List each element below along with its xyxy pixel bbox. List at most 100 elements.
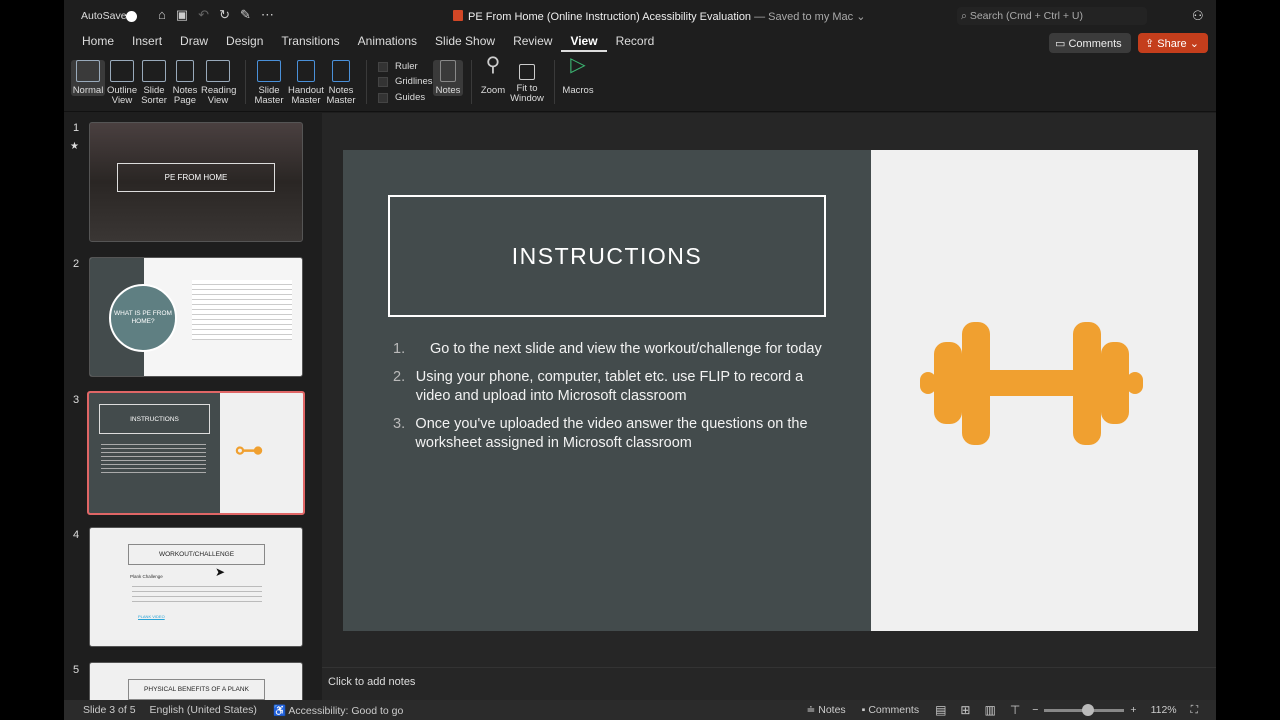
- search-input[interactable]: ⌕ Search (Cmd + Ctrl + U): [957, 7, 1147, 25]
- slide-editor: INSTRUCTIONS 1. Go to the next slide and …: [322, 113, 1216, 700]
- powerpoint-window: AutoSave ⌂ ▣ ↶ ↻ ✎ ⋯ PE From Home (Online Ins…: [64, 0, 1216, 720]
- title-bar: AutoSave ⌂ ▣ ↶ ↻ ✎ ⋯ PE From Home (Online Ins…: [64, 0, 1216, 32]
- share-button[interactable]: ⇪ Share ⌄: [1138, 33, 1208, 53]
- thumb-title: PE FROM HOME: [117, 163, 275, 192]
- slide-thumbnail-1[interactable]: PE FROM HOME: [89, 122, 303, 242]
- normal-view-icon: [76, 60, 100, 82]
- tab-review[interactable]: Review: [504, 34, 561, 52]
- notes-master-icon: [332, 60, 350, 82]
- ruler-checkbox[interactable]: Ruler: [378, 61, 418, 72]
- outline-view-icon: [110, 60, 134, 82]
- gridlines-checkbox[interactable]: Gridlines: [378, 76, 433, 87]
- macros-button[interactable]: ▷ Macros: [561, 55, 595, 96]
- list-item: 2. Using your phone, computer, tablet etc…: [393, 368, 804, 405]
- collaborate-icon[interactable]: ⚇: [1192, 8, 1204, 24]
- slide-number: 1: [73, 122, 80, 134]
- thumb-title: WHAT IS PE FROM HOME?: [109, 284, 177, 352]
- list-item: 3. Once you've uploaded the video answer …: [393, 415, 808, 452]
- slide-thumbnail-5[interactable]: PHYSICAL BENEFITS OF A PLANK: [89, 662, 303, 700]
- notes-master-button[interactable]: Notes Master: [326, 60, 356, 106]
- notes-button[interactable]: Notes: [433, 60, 463, 96]
- slide-title[interactable]: INSTRUCTIONS: [388, 195, 826, 317]
- comment-icon: ▭: [1055, 38, 1066, 50]
- zoom-in-button[interactable]: +: [1130, 704, 1136, 716]
- zoom-slider[interactable]: [1044, 703, 1125, 716]
- redo-icon[interactable]: ↻: [219, 7, 230, 23]
- accessibility-status[interactable]: ♿ Accessibility: Good to go: [273, 704, 403, 717]
- slide-number: 5: [73, 664, 80, 676]
- outline-view-button[interactable]: Outline View: [107, 60, 137, 106]
- handout-master-button[interactable]: Handout Master: [288, 60, 324, 106]
- zoom-icon: ⚲: [485, 54, 501, 76]
- edit-icon[interactable]: ✎: [240, 7, 251, 23]
- normal-view-icon[interactable]: ▤: [935, 703, 946, 717]
- slide-master-button[interactable]: Slide Master: [254, 60, 284, 106]
- tab-view[interactable]: View: [561, 34, 607, 52]
- reading-view-icon[interactable]: ▥: [984, 703, 995, 717]
- undo-icon[interactable]: ↶: [198, 7, 209, 23]
- instructions-list[interactable]: 1. Go to the next slide and view the work…: [393, 340, 823, 462]
- slide-counter: Slide 3 of 5: [83, 704, 136, 716]
- dumbbell-icon: [920, 322, 1143, 445]
- save-icon[interactable]: ▣: [176, 7, 188, 23]
- search-icon: ⌕: [961, 10, 967, 22]
- tab-slide-show[interactable]: Slide Show: [426, 34, 504, 52]
- tab-record[interactable]: Record: [607, 34, 664, 52]
- slide-thumbnail-3-selected[interactable]: INSTRUCTIONS ⊶: [87, 391, 305, 515]
- comments-button[interactable]: ▭ Comments: [1049, 33, 1131, 53]
- home-icon[interactable]: ⌂: [158, 7, 166, 22]
- divider: [245, 60, 246, 104]
- ribbon-tabs: Home Insert Draw Design Transitions Anim…: [73, 34, 663, 52]
- list-item: 1. Go to the next slide and view the work…: [393, 341, 822, 357]
- divider: [554, 60, 555, 104]
- autosave-label: AutoSave: [81, 10, 127, 22]
- tab-design[interactable]: Design: [217, 34, 272, 52]
- thumb-link: PLANK VIDEO: [138, 614, 165, 619]
- slide-thumbnail-4[interactable]: WORKOUT/CHALLENGE Plank Challenge PLANK …: [89, 527, 303, 647]
- tab-home[interactable]: Home: [73, 34, 123, 52]
- comments-toggle[interactable]: ▪ Comments: [862, 704, 919, 716]
- thumb-text: Plank Challenge: [130, 574, 163, 579]
- slide-thumbnails-pane[interactable]: 1 ★ PE FROM HOME 2 WHAT IS PE FROM HOME?…: [64, 113, 322, 700]
- zoom-button[interactable]: ⚲ Zoom: [479, 54, 507, 96]
- notes-toggle[interactable]: ≐ Notes: [807, 704, 846, 716]
- language-status[interactable]: English (United States): [150, 704, 257, 716]
- normal-view-button[interactable]: Normal: [71, 60, 105, 96]
- view-ribbon: Normal Outline View Slide Sorter Notes P…: [64, 54, 1216, 112]
- fit-window-icon: [519, 64, 535, 80]
- notes-input[interactable]: Click to add notes: [322, 667, 1216, 700]
- notes-page-icon: [176, 60, 194, 82]
- tab-animations[interactable]: Animations: [349, 34, 426, 52]
- slide-sorter-icon[interactable]: ⊞: [960, 703, 970, 717]
- tab-draw[interactable]: Draw: [171, 34, 217, 52]
- fit-slide-icon[interactable]: ⛶: [1191, 704, 1198, 717]
- slide-sorter-button[interactable]: Slide Sorter: [140, 60, 168, 106]
- mouse-cursor-icon: ➤: [215, 565, 226, 579]
- fit-to-window-button[interactable]: Fit to Window: [510, 60, 544, 104]
- reading-view-icon: [206, 60, 230, 82]
- status-bar: Slide 3 of 5 English (United States) ♿ A…: [64, 700, 1216, 720]
- reading-view-button[interactable]: Reading View: [201, 60, 236, 106]
- zoom-slider-handle[interactable]: [1082, 703, 1095, 716]
- zoom-level[interactable]: 112%: [1151, 704, 1177, 716]
- zoom-out-button[interactable]: −: [1032, 704, 1038, 716]
- slide-thumbnail-2[interactable]: WHAT IS PE FROM HOME?: [89, 257, 303, 377]
- slide-sorter-icon: [142, 60, 166, 82]
- star-icon: ★: [70, 141, 79, 152]
- tab-insert[interactable]: Insert: [123, 34, 171, 52]
- thumb-title: PHYSICAL BENEFITS OF A PLANK: [128, 679, 265, 700]
- accessibility-icon: ♿: [272, 704, 287, 717]
- slide-number: 3: [73, 394, 80, 406]
- divider: [471, 60, 472, 104]
- ppt-file-icon: [453, 10, 463, 21]
- document-title: PE From Home (Online Instruction) Acessi…: [468, 11, 866, 23]
- more-icon[interactable]: ⋯: [261, 7, 274, 23]
- handout-master-icon: [297, 60, 315, 82]
- autosave-toggle[interactable]: [126, 11, 137, 22]
- slideshow-icon[interactable]: ⊤: [1010, 703, 1020, 717]
- guides-checkbox[interactable]: Guides: [378, 92, 425, 103]
- thumb-title: WORKOUT/CHALLENGE: [128, 544, 265, 565]
- current-slide[interactable]: INSTRUCTIONS 1. Go to the next slide and …: [343, 150, 1198, 631]
- tab-transitions[interactable]: Transitions: [272, 34, 348, 52]
- notes-page-button[interactable]: Notes Page: [171, 60, 199, 106]
